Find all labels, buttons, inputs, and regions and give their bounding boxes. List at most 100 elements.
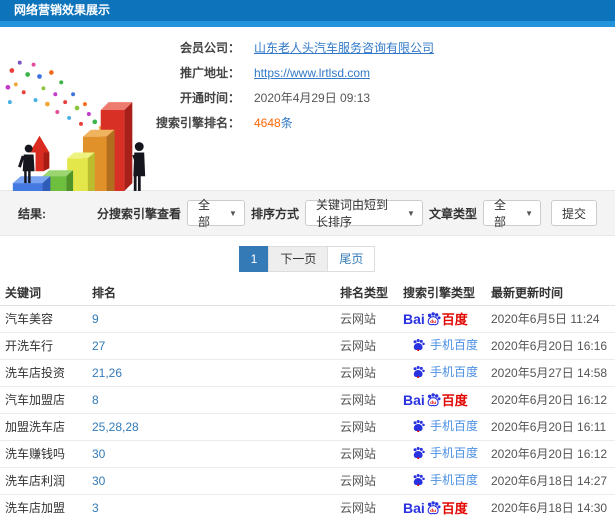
header-keyword: 关键词: [0, 281, 92, 306]
results-table-body: 汽车美容 9 云网站 Bai du 百度 2020年6月5日 11:24 开洗车行 27 云网站手…: [0, 305, 615, 520]
engine-cell: 手机百度: [403, 332, 491, 360]
results-section-label: 结果:: [18, 206, 46, 221]
table-row: 汽车美容 9 云网站 Bai du 百度 2020年6月5日 11:24: [0, 305, 615, 333]
rank-type-cell: 云网站: [340, 359, 403, 387]
keyword-cell: 洗车赚钱吗: [0, 440, 92, 468]
table-row: 加盟洗车店 25,28,28 云网站 手机百度 2020年6月20日 16:11: [0, 413, 615, 441]
rank-type-cell: 云网站: [340, 467, 403, 495]
filter-controls: 分搜索引擎查看 全部 ▼ 排序方式 关键词由短到长排序 ▼ 文章类型 全部 ▼ …: [96, 198, 597, 229]
mobile-baidu-logo: 手机百度: [403, 471, 478, 488]
bar-chart-growth-illustration-image: [5, 60, 146, 191]
table-row: 开洗车行 27 云网站 手机百度 2020年6月20日 16:16: [0, 332, 615, 360]
company-name-link[interactable]: 山东老人头汽车服务咨询有限公司: [254, 39, 434, 56]
rank-count-value: 4648条: [254, 114, 293, 131]
keyword-cell: 洗车店加盟: [0, 494, 92, 520]
keyword-cell: 洗车店投资: [0, 359, 92, 387]
info-row-company: 会员公司： 山东老人头汽车服务咨询有限公司: [148, 35, 434, 60]
chevron-down-icon: ▼: [229, 208, 237, 218]
header-engine-type: 搜索引擎类型: [403, 281, 491, 306]
updated-time-cell: 2020年5月27日 14:58: [491, 359, 615, 387]
submit-button[interactable]: 提交: [550, 200, 597, 226]
article-type-label: 文章类型: [428, 206, 477, 221]
mobile-baidu-paw-icon: [413, 365, 425, 378]
updated-time-cell: 2020年6月20日 16:11: [491, 413, 615, 441]
article-type-value: 全部: [493, 198, 506, 229]
promo-url-label: 推广地址：: [179, 66, 240, 80]
baidu-logo: Bai du 百度: [403, 310, 468, 328]
promo-url-link[interactable]: https://www.lrtlsd.com: [254, 66, 370, 80]
page-item-1[interactable]: 1: [238, 245, 270, 272]
keyword-cell: 开洗车行: [0, 332, 92, 360]
rank-count-label: 搜索引擎排名：: [155, 116, 240, 130]
baidu-paw-icon: du: [427, 312, 441, 326]
engine-cell: Bai du 百度: [403, 386, 491, 414]
updated-time-cell: 2020年6月18日 14:27: [491, 467, 615, 495]
table-row: 汽车加盟店 8 云网站 Bai du 百度 2020年6月20日 16:12: [0, 386, 615, 414]
info-row-rank-count: 搜索引擎排名： 4648条: [148, 110, 434, 135]
rank-cell[interactable]: 3: [92, 494, 340, 520]
rank-cell[interactable]: 27: [92, 332, 340, 360]
info-row-open-time: 开通时间： 2020年4月29日 09:13: [148, 85, 434, 110]
page-title: 网络营销效果展示: [14, 3, 111, 17]
pagination: 1 下一页 尾页: [238, 245, 376, 272]
keyword-cell: 加盟洗车店: [0, 413, 92, 441]
title-bar: 网络营销效果展示: [0, 0, 615, 27]
filter-bar: 结果: 分搜索引擎查看 全部 ▼ 排序方式 关键词由短到长排序 ▼ 文章类型 全…: [0, 190, 615, 236]
rank-cell[interactable]: 8: [92, 386, 340, 414]
updated-time-cell: 2020年6月20日 16:16: [491, 332, 615, 360]
table-row: 洗车店利润 30 云网站 手机百度 2020年6月18日 14:27: [0, 467, 615, 495]
rank-type-cell: 云网站: [340, 494, 403, 520]
mobile-baidu-paw-icon: [413, 419, 425, 432]
mobile-baidu-logo: 手机百度: [403, 444, 478, 461]
mobile-baidu-logo: 手机百度: [403, 363, 478, 380]
businessman-right-figure: [132, 142, 146, 191]
chevron-down-icon: ▼: [525, 208, 533, 218]
table-row: 洗车店投资 21,26 云网站 手机百度 2020年5月27日 14:58: [0, 359, 615, 387]
rank-type-cell: 云网站: [340, 332, 403, 360]
engine-filter-label: 分搜索引擎查看: [96, 206, 181, 221]
rank-cell[interactable]: 30: [92, 467, 340, 495]
keyword-cell: 汽车加盟店: [0, 386, 92, 414]
mobile-baidu-logo: 手机百度: [403, 417, 478, 434]
engine-cell: 手机百度: [403, 440, 491, 468]
rank-cell[interactable]: 9: [92, 305, 340, 333]
open-time-value: 2020年4月29日 09:13: [254, 91, 371, 105]
engine-cell: 手机百度: [403, 467, 491, 495]
sort-select[interactable]: 关键词由短到长排序 ▼: [304, 198, 423, 229]
page-item-下一页[interactable]: 下一页: [268, 245, 329, 272]
rank-cell[interactable]: 21,26: [92, 359, 340, 387]
svg-text:du: du: [430, 319, 436, 325]
updated-time-cell: 2020年6月20日 16:12: [491, 440, 615, 468]
rank-cell[interactable]: 25,28,28: [92, 413, 340, 441]
engine-filter-value: 全部: [197, 198, 210, 229]
rank-type-cell: 云网站: [340, 413, 403, 441]
baidu-logo: Bai du 百度: [403, 391, 468, 409]
rank-cell[interactable]: 30: [92, 440, 340, 468]
header-rank-type: 排名类型: [340, 281, 403, 306]
table-row: 洗车店加盟 3 云网站 Bai du 百度 2020年6月18日 14:30: [0, 494, 615, 520]
results-table: 关键词 排名 排名类型 搜索引擎类型 最新更新时间 汽车美容 9 云网站 Bai du 百…: [0, 281, 615, 520]
rank-count-unit: 条: [280, 116, 293, 130]
engine-filter-select[interactable]: 全部 ▼: [186, 198, 245, 229]
header-rank: 排名: [92, 281, 340, 306]
mobile-baidu-paw-icon: [413, 338, 425, 351]
baidu-paw-icon: du: [427, 393, 441, 407]
mobile-baidu-paw-icon: [413, 446, 425, 459]
article-type-select[interactable]: 全部 ▼: [482, 198, 541, 229]
company-label: 会员公司：: [179, 41, 240, 55]
confetti-dots: [5, 60, 103, 130]
baidu-logo: Bai du 百度: [403, 499, 468, 517]
keyword-cell: 洗车店利润: [0, 467, 92, 495]
sort-label: 排序方式: [250, 206, 299, 221]
table-header-row: 关键词 排名 排名类型 搜索引擎类型 最新更新时间: [0, 281, 615, 306]
page-item-尾页[interactable]: 尾页: [327, 245, 376, 272]
rank-count-number: 4648: [254, 116, 281, 130]
updated-time-cell: 2020年6月20日 16:12: [491, 386, 615, 414]
svg-text:du: du: [430, 400, 436, 406]
info-row-url: 推广地址： https://www.lrtlsd.com: [148, 60, 434, 85]
updated-time-cell: 2020年6月5日 11:24: [491, 305, 615, 333]
engine-cell: Bai du 百度: [403, 494, 491, 520]
pagination-area: 1 下一页 尾页: [0, 236, 615, 281]
engine-cell: 手机百度: [403, 413, 491, 441]
chevron-down-icon: ▼: [407, 208, 415, 218]
